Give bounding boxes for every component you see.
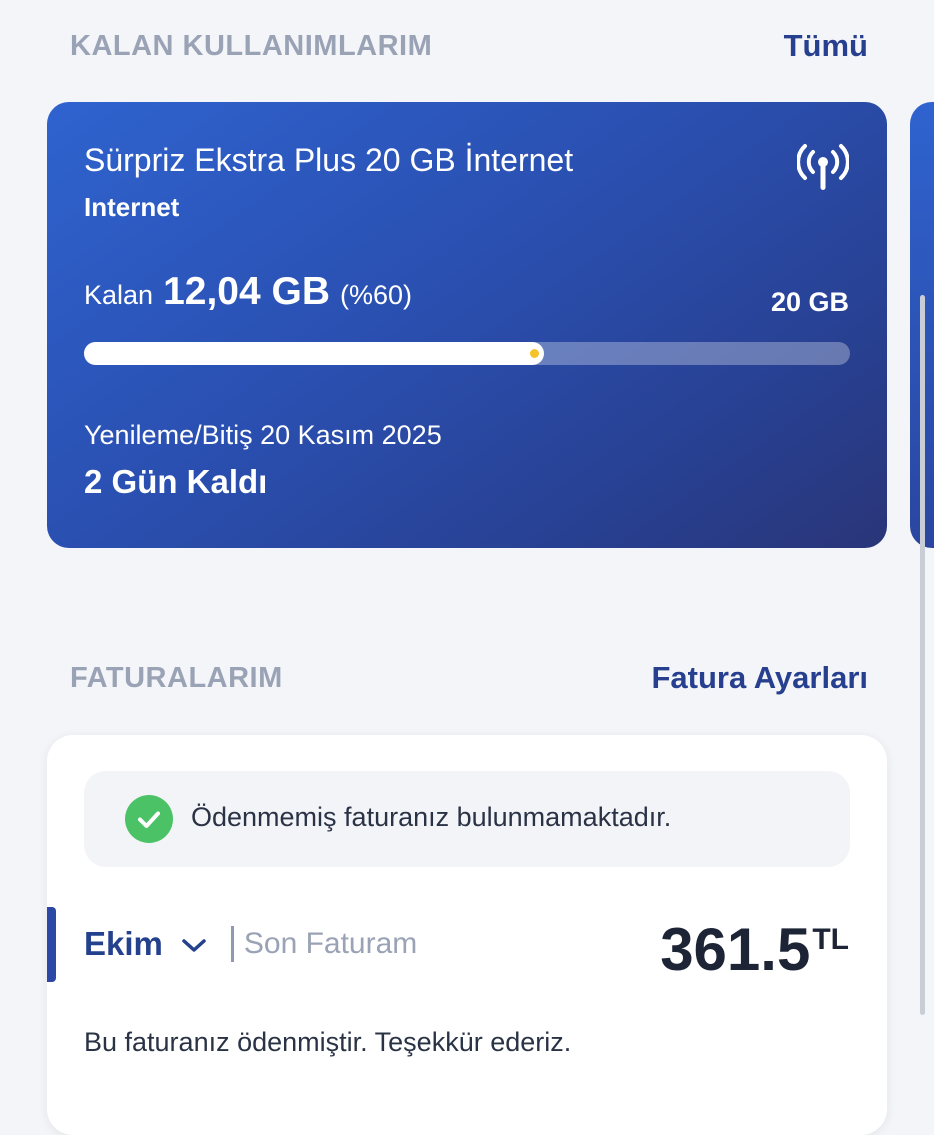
package-type: Internet (84, 192, 180, 222)
usage-section-title: KALAN KULLANIMLARIM (70, 30, 433, 62)
package-name: Sürpriz Ekstra Plus 20 GB İnternet (84, 142, 574, 178)
divider (230, 926, 234, 962)
scrollbar[interactable] (920, 295, 925, 1015)
remaining-label: Kalan (84, 280, 154, 310)
notice-text: Ödenmemiş faturanız bulunmamaktadır. (191, 802, 672, 832)
all-usages-link[interactable]: Tümü (784, 28, 868, 64)
remaining-value: 12,04 GB (163, 270, 330, 313)
progress-marker (529, 349, 539, 358)
invoice-settings-link[interactable]: Fatura Ayarları (651, 660, 868, 696)
invoice-card: Ödenmemiş faturanız bulunmamaktadır. Eki… (47, 735, 887, 1135)
usage-progress-bar (84, 342, 850, 365)
paid-message: Bu faturanız ödenmiştir. Teşekkür ederiz… (84, 1027, 572, 1057)
signal-tower-icon (797, 144, 849, 190)
usage-progress-fill (84, 342, 544, 365)
remaining-row: Kalan 12,04 GB (%60) (84, 270, 412, 314)
no-unpaid-notice: Ödenmemiş faturanız bulunmamaktadır. (84, 771, 850, 867)
check-circle-icon (125, 795, 173, 843)
invoice-currency: TL (812, 923, 849, 956)
last-invoice-label: Son Faturam (243, 927, 418, 960)
invoice-month[interactable]: Ekim (84, 925, 163, 963)
renewal-date: Yenileme/Bitiş 20 Kasım 2025 (84, 420, 442, 450)
total-quota: 20 GB (770, 287, 849, 317)
invoice-amount: 361.5TL (660, 915, 849, 984)
invoice-amount-value: 361.5 (660, 916, 811, 983)
days-left: 2 Gün Kaldı (84, 463, 268, 500)
usage-card[interactable]: Sürpriz Ekstra Plus 20 GB İnternet Inter… (47, 102, 887, 548)
remaining-percent: (%60) (340, 280, 413, 310)
selected-indicator (47, 907, 56, 982)
invoice-section-title: FATURALARIM (70, 662, 283, 694)
month-selector[interactable]: Ekim Son Faturam (84, 925, 417, 963)
chevron-down-icon[interactable] (181, 938, 207, 954)
